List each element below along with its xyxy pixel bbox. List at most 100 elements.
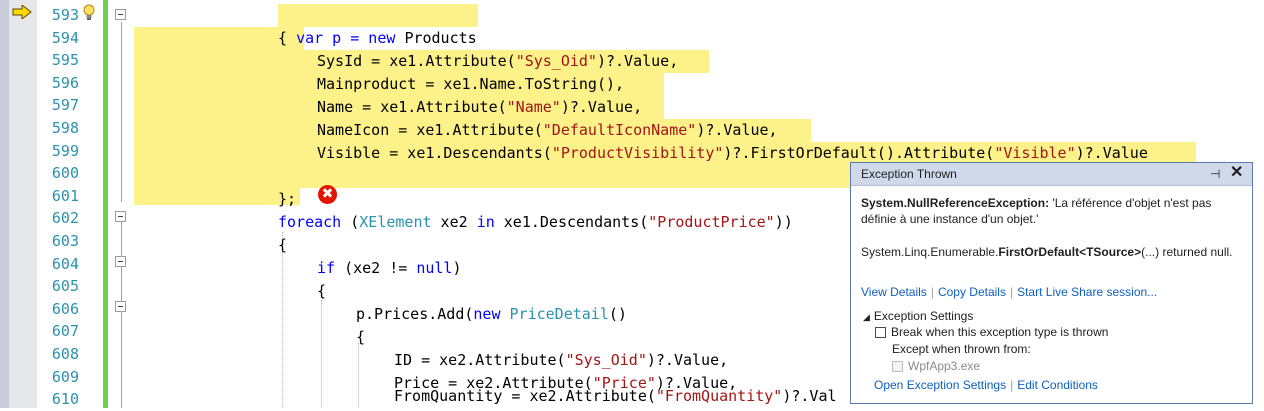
code-token: XElement bbox=[359, 213, 432, 231]
code-token: "ProductVisibility" bbox=[551, 144, 724, 162]
code-token: }; bbox=[278, 190, 297, 208]
except-label: Except when thrown from: bbox=[892, 342, 1031, 356]
exception-detail: System.Linq.Enumerable.FirstOrDefault<TS… bbox=[861, 245, 1233, 259]
code-token: in bbox=[476, 213, 495, 231]
line-number: 599 bbox=[51, 141, 79, 160]
break-label: Break when this exception type is thrown bbox=[891, 325, 1109, 339]
settings-header-label: Exception Settings bbox=[873, 309, 974, 323]
collapse-toggle[interactable] bbox=[115, 211, 126, 222]
current-statement-highlight bbox=[134, 188, 300, 205]
popup-title: Exception Thrown bbox=[861, 167, 957, 181]
lightbulb-icon[interactable] bbox=[82, 4, 96, 22]
code-token: FromQuantity = xe2.Attribute( bbox=[394, 387, 656, 405]
code-token: xe1.Descendants( bbox=[494, 213, 649, 231]
code-token: )) bbox=[774, 213, 793, 231]
collapse-toggle[interactable] bbox=[115, 301, 126, 312]
code-token: "Sys_Oid" bbox=[515, 52, 597, 70]
except-label-row: Except when thrown from: bbox=[892, 342, 1031, 356]
code-token: null bbox=[416, 259, 453, 277]
code-token: Name = xe1.Attribute( bbox=[317, 98, 507, 116]
exception-popup: Exception Thrown ⊣ ✕ System.NullReferenc… bbox=[850, 162, 1253, 404]
code-token: )?.Value, bbox=[596, 52, 679, 70]
code-token: "Visible" bbox=[994, 144, 1076, 162]
line-number: 594 bbox=[51, 28, 79, 47]
line-number: 593 bbox=[51, 6, 79, 24]
error-icon[interactable]: ✖ bbox=[318, 185, 337, 204]
exception-settings-header[interactable]: ◢ Exception Settings bbox=[863, 309, 973, 323]
edit-conditions-link[interactable]: Edit Conditions bbox=[1017, 378, 1098, 392]
exception-type: System.NullReferenceException: bbox=[861, 196, 1050, 210]
line-number: 596 bbox=[51, 73, 79, 92]
line-number: 609 bbox=[51, 367, 79, 386]
current-statement-arrow-icon bbox=[12, 5, 32, 19]
code-token: )?.Value, bbox=[646, 351, 729, 369]
popup-footer-links: Open Exception Settings | Edit Conditions bbox=[874, 378, 1098, 392]
popup-links: View Details | Copy Details | Start Live Sha… bbox=[861, 285, 1158, 299]
line-number: 604 bbox=[51, 254, 79, 273]
view-details-link[interactable]: View Details bbox=[861, 285, 927, 299]
code-token: { bbox=[356, 328, 366, 346]
close-icon[interactable]: ✕ bbox=[1230, 165, 1244, 181]
code-line-595[interactable]: SysId = xe1.Attribute("Sys_Oid")?.Value, bbox=[317, 50, 1264, 73]
code-line-597[interactable]: Name = xe1.Attribute("Name")?.Value, bbox=[317, 96, 1264, 119]
code-token: )?.Value, bbox=[696, 121, 778, 139]
code-token: Visible = xe1.Descendants( bbox=[317, 144, 552, 162]
outline-line bbox=[121, 22, 122, 202]
app-checkbox bbox=[892, 360, 903, 372]
code-token: ) bbox=[452, 259, 462, 277]
line-number: 597 bbox=[51, 96, 79, 115]
code-token: )?.FirstOrDefault().Attribute( bbox=[723, 144, 995, 162]
code-token: PriceDetail bbox=[509, 305, 609, 323]
code-token: NameIcon = xe1.Attribute( bbox=[317, 121, 543, 139]
exception-message: System.NullReferenceException: 'La référ… bbox=[861, 195, 1241, 227]
code-line-594[interactable]: { bbox=[278, 27, 1264, 50]
code-token: "FromQuantity" bbox=[655, 387, 783, 405]
code-token: "Name" bbox=[506, 98, 561, 116]
line-number: 601 bbox=[51, 186, 79, 205]
collapse-toggle[interactable] bbox=[115, 9, 126, 20]
indent-guide bbox=[321, 300, 322, 408]
editor-left-strip bbox=[0, 0, 9, 408]
line-number: 603 bbox=[51, 232, 79, 250]
code-token: "ProductPrice" bbox=[648, 213, 775, 231]
line-number: 598 bbox=[51, 119, 79, 137]
code-token: p.Prices.Add( bbox=[356, 305, 474, 323]
line-number: 600 bbox=[51, 164, 79, 183]
code-line-598[interactable]: NameIcon = xe1.Attribute("DefaultIconNam… bbox=[317, 119, 1264, 142]
line-number: 607 bbox=[51, 322, 79, 341]
code-token: { bbox=[317, 282, 327, 300]
indent-guide bbox=[358, 343, 359, 408]
code-token: xe2 bbox=[431, 213, 477, 231]
glyph-margin[interactable] bbox=[9, 0, 37, 408]
open-exception-settings-link[interactable]: Open Exception Settings bbox=[874, 378, 1006, 392]
line-number: 602 bbox=[51, 209, 79, 228]
code-token: ( bbox=[341, 213, 360, 231]
code-token: SysId = xe1.Attribute( bbox=[317, 52, 516, 70]
pin-icon[interactable]: ⊣ bbox=[1210, 167, 1224, 181]
detail-method: FirstOrDefault<TSource> bbox=[998, 245, 1142, 259]
current-statement-highlight bbox=[134, 165, 854, 188]
line-number: 606 bbox=[51, 299, 79, 318]
detail-prefix: System.Linq.Enumerable. bbox=[861, 245, 999, 259]
code-token: "DefaultIconName" bbox=[542, 121, 697, 139]
code-token: )?.Val bbox=[782, 387, 837, 405]
copy-details-link[interactable]: Copy Details bbox=[938, 285, 1006, 299]
code-token: ID = xe2.Attribute( bbox=[394, 351, 566, 369]
outlining-margin bbox=[108, 0, 132, 408]
break-checkbox-row[interactable]: Break when this exception type is thrown bbox=[875, 325, 1108, 339]
expand-triangle-icon: ◢ bbox=[863, 312, 870, 322]
line-number: 608 bbox=[51, 345, 79, 363]
break-checkbox[interactable] bbox=[875, 326, 886, 338]
line-number: 595 bbox=[51, 51, 79, 70]
indent-guide bbox=[282, 232, 283, 408]
code-token: { bbox=[278, 236, 288, 254]
code-line-596[interactable]: Mainproduct = xe1.Name.ToString(), bbox=[317, 73, 1264, 96]
collapse-toggle[interactable] bbox=[115, 256, 126, 267]
code-token: if bbox=[317, 259, 336, 277]
code-token: "Sys_Oid" bbox=[565, 351, 647, 369]
app-checkbox-row: WpfApp3.exe bbox=[892, 359, 980, 373]
code-token: )?.Value, bbox=[560, 98, 643, 116]
popup-title-bar: Exception Thrown ⊣ ✕ bbox=[851, 163, 1252, 186]
live-share-link[interactable]: Start Live Share session... bbox=[1017, 285, 1157, 299]
